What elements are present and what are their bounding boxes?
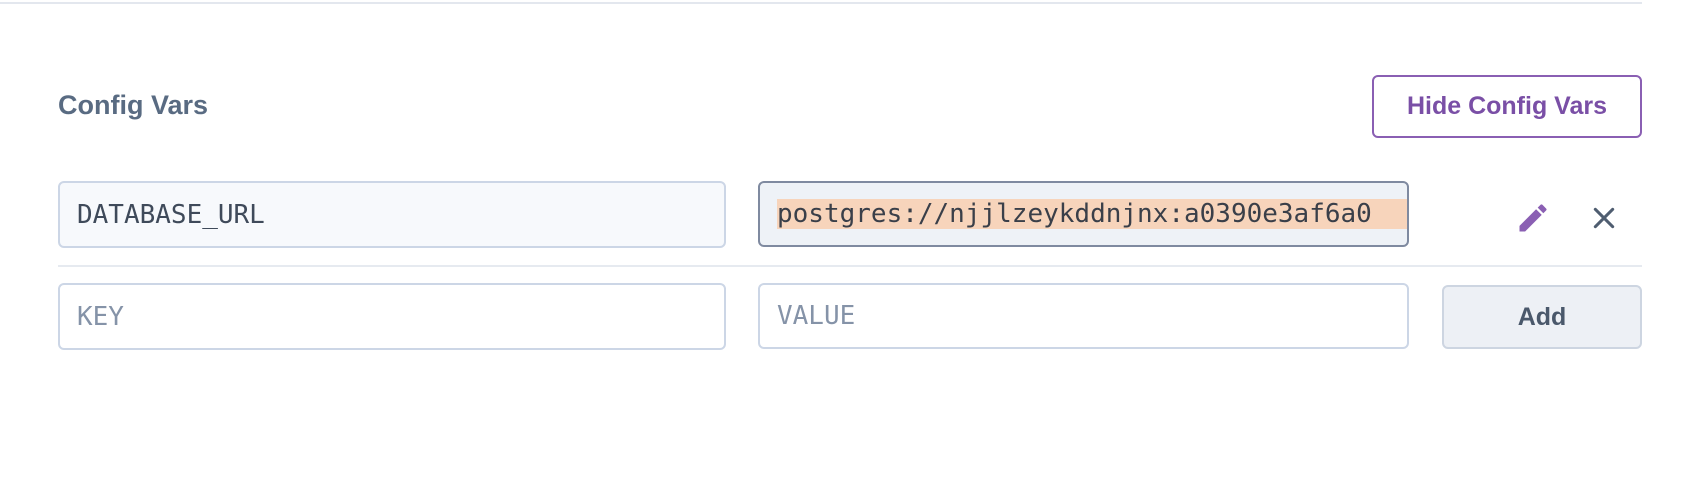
pencil-icon [1519,204,1547,232]
section-title: Config Vars [58,90,209,120]
new-key-input[interactable] [77,301,707,332]
close-icon [1593,207,1615,229]
edit-config-var-button[interactable] [1512,197,1554,239]
config-var-value-field[interactable]: postgres://njjlzeykddnjnx:a0390e3af6a0 [758,181,1409,247]
new-key-field[interactable] [58,283,726,350]
top-divider [0,2,1642,4]
config-var-key-field[interactable]: DATABASE_URL [58,181,726,248]
row-divider [58,265,1642,267]
config-var-value-text: postgres://njjlzeykddnjnx:a0390e3af6a0 [777,199,1407,229]
delete-config-var-button[interactable] [1586,200,1622,236]
hide-config-vars-button[interactable]: Hide Config Vars [1372,75,1642,138]
new-value-input[interactable] [777,301,1390,331]
config-var-key-text: DATABASE_URL [77,199,265,230]
config-vars-panel: Config Vars Hide Config Vars DATABASE_UR… [0,0,1684,484]
add-config-var-button[interactable]: Add [1442,285,1642,349]
new-value-field[interactable] [758,283,1409,349]
